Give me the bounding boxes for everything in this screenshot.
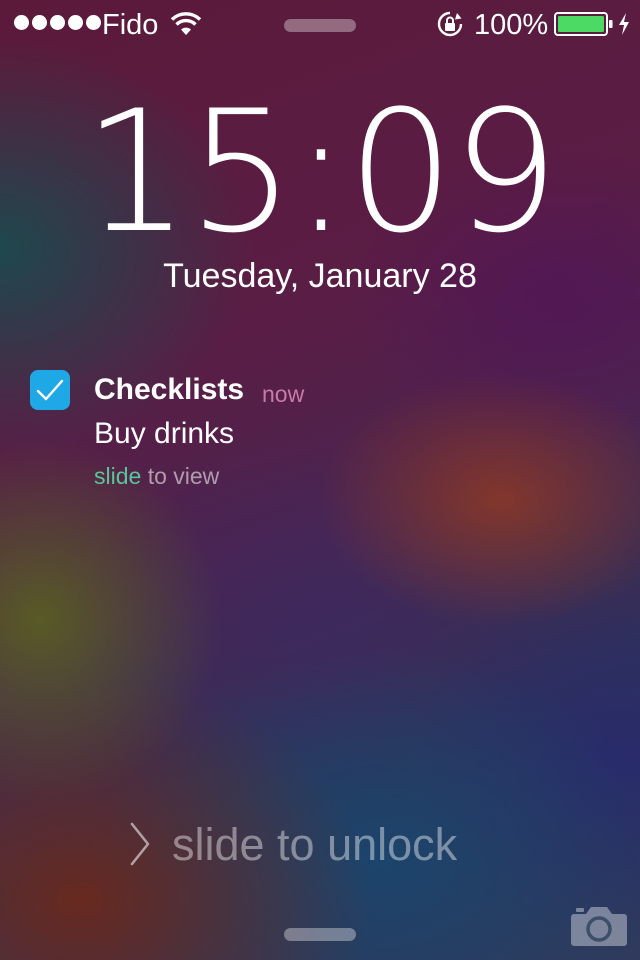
battery-icon	[554, 12, 613, 36]
slide-to-view-rest: to view	[141, 463, 220, 489]
rotation-lock-icon	[437, 11, 463, 37]
chevron-right-icon[interactable]	[128, 820, 152, 868]
battery-percentage: 100%	[474, 9, 549, 41]
camera-icon[interactable]	[570, 902, 628, 948]
carrier-name: Fido	[102, 9, 159, 41]
lock-screen-time: 15:09	[82, 74, 559, 270]
status-bar: Fido 100%	[0, 0, 640, 48]
checkmark-icon	[36, 379, 64, 401]
signal-strength-icon	[14, 15, 101, 33]
charging-bolt-icon	[619, 13, 629, 35]
notification[interactable]: Checklists now Buy drinks slide to view	[0, 366, 640, 496]
notification-time: now	[262, 381, 305, 407]
control-center-grabber[interactable]	[284, 928, 356, 941]
notification-message: Buy drinks	[94, 417, 235, 450]
notification-center-grabber[interactable]	[284, 19, 356, 32]
lock-screen-date: Tuesday, January 28	[163, 257, 477, 295]
notification-app-name: Checklists	[94, 373, 245, 406]
slide-to-unlock[interactable]: slide to unlock	[172, 820, 457, 870]
wifi-icon	[170, 12, 202, 35]
slide-to-view-verb: slide	[94, 463, 142, 489]
checklists-app-icon	[30, 370, 70, 410]
slide-to-view-hint: slide to view	[94, 462, 219, 490]
